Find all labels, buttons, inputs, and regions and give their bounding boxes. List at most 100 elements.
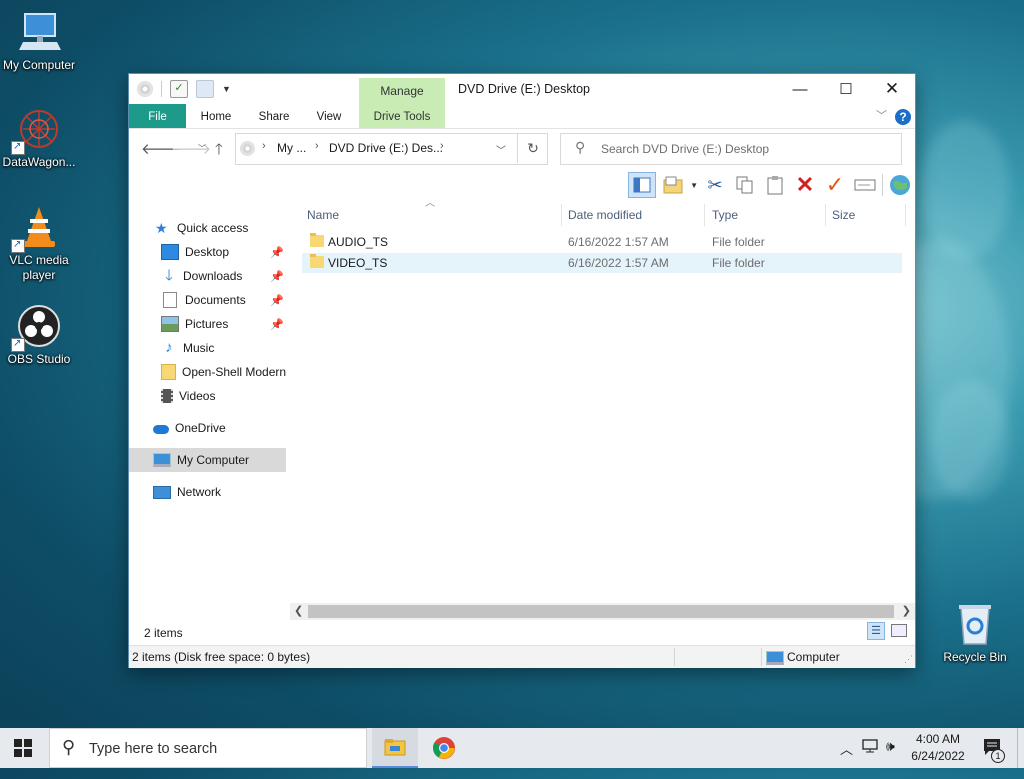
- ribbon-expand-icon[interactable]: ﹀: [876, 107, 887, 123]
- nav-item-open-shell[interactable]: Open-Shell Modern: [129, 360, 286, 384]
- nav-item-documents[interactable]: Documents 📌: [129, 288, 286, 312]
- paste-icon[interactable]: [762, 172, 788, 198]
- quick-access-toolbar: ✓ ▼: [137, 80, 231, 98]
- nav-item-downloads[interactable]: 🡓 Downloads 📌: [129, 264, 286, 288]
- maximize-button[interactable]: ☐: [823, 74, 869, 104]
- recycle-bin-icon: [953, 602, 997, 646]
- new-folder-icon[interactable]: [196, 80, 214, 98]
- nav-item-music[interactable]: ♪ Music: [129, 336, 286, 360]
- show-desktop-button[interactable]: [1017, 728, 1024, 768]
- clock[interactable]: 4:00 AM 6/24/2022: [905, 728, 971, 768]
- column-divider[interactable]: [704, 204, 705, 226]
- dropdown-arrow-icon[interactable]: ▼: [690, 181, 698, 190]
- sort-chevron-icon[interactable]: ︿: [425, 194, 435, 209]
- breadcrumb-dvd-drive[interactable]: DVD Drive (E:) Des...: [329, 141, 443, 155]
- desktop-icon-obs[interactable]: OBS Studio: [1, 304, 77, 367]
- rename-icon[interactable]: [852, 172, 878, 198]
- dvd-drive-icon: [137, 81, 153, 97]
- properties-icon[interactable]: ✓: [170, 80, 188, 98]
- chevron-right-icon[interactable]: ›: [315, 140, 319, 152]
- copy-icon[interactable]: [732, 172, 758, 198]
- breadcrumb-my-computer[interactable]: My ...: [277, 141, 306, 155]
- tab-share[interactable]: Share: [249, 104, 299, 128]
- column-header-date[interactable]: Date modified: [568, 204, 642, 226]
- address-bar[interactable]: › My ... › DVD Drive (E:) Des... › ﹀: [235, 133, 548, 165]
- up-arrow-icon[interactable]: 🡑: [215, 139, 223, 164]
- tab-view[interactable]: View: [305, 104, 353, 128]
- tab-file[interactable]: File: [129, 104, 186, 128]
- tab-drive-tools[interactable]: Drive Tools: [359, 104, 445, 128]
- delete-icon[interactable]: ✕: [792, 172, 818, 198]
- tray-overflow-icon[interactable]: ︿: [840, 739, 853, 779]
- horizontal-scrollbar[interactable]: ❮ ❯: [290, 603, 915, 620]
- nav-item-desktop[interactable]: Desktop 📌: [129, 240, 286, 264]
- computer-icon: [766, 651, 784, 665]
- large-icons-view-icon[interactable]: [891, 624, 907, 637]
- chevron-right-icon[interactable]: ›: [440, 140, 444, 152]
- globe-icon[interactable]: [887, 172, 913, 198]
- new-folder-icon[interactable]: [660, 172, 686, 198]
- customize-qat-icon[interactable]: ▼: [222, 84, 231, 94]
- volume-icon[interactable]: 🕪: [886, 738, 895, 778]
- nav-my-computer[interactable]: My Computer: [129, 448, 286, 472]
- tab-manage[interactable]: Manage: [359, 84, 445, 98]
- pin-icon[interactable]: 📌: [270, 246, 284, 259]
- dvd-drive-icon: [240, 141, 255, 156]
- nav-label: OneDrive: [175, 421, 226, 435]
- column-header-type[interactable]: Type: [712, 204, 738, 226]
- computer-icon: [153, 453, 171, 467]
- recent-locations-icon[interactable]: ﹀: [198, 143, 206, 154]
- scroll-left-icon[interactable]: ❮: [294, 603, 303, 620]
- properties-check-icon[interactable]: ✓: [822, 172, 848, 198]
- title-bar[interactable]: ✓ ▼ Manage DVD Drive (E:) Desktop — ☐ ✕: [129, 74, 915, 104]
- desktop-icon-vlc[interactable]: VLC media player: [1, 205, 77, 283]
- minimize-button[interactable]: —: [777, 74, 823, 104]
- pin-icon[interactable]: 📌: [270, 318, 284, 331]
- datawagon-icon: [11, 107, 61, 155]
- resize-grip-icon[interactable]: ⋰: [904, 654, 913, 665]
- help-icon[interactable]: ?: [895, 109, 911, 125]
- scroll-right-icon[interactable]: ❯: [902, 603, 911, 620]
- nav-item-pictures[interactable]: Pictures 📌: [129, 312, 286, 336]
- nav-network[interactable]: Network: [129, 480, 286, 504]
- taskbar-file-explorer[interactable]: [372, 728, 418, 768]
- taskbar-chrome[interactable]: [421, 728, 467, 768]
- desktop-icon-recycle-bin[interactable]: Recycle Bin: [937, 602, 1013, 665]
- download-arrow-icon: 🡓: [165, 267, 173, 284]
- file-row-audio-ts[interactable]: AUDIO_TS 6/16/2022 1:57 AM File folder: [302, 232, 902, 252]
- nav-quick-access[interactable]: ★ Quick access: [129, 216, 286, 240]
- chrome-icon: [433, 737, 455, 759]
- taskbar-search-box[interactable]: ⚲ Type here to search: [49, 728, 367, 768]
- file-date: 6/16/2022 1:57 AM: [568, 256, 669, 270]
- nav-onedrive[interactable]: OneDrive: [129, 416, 286, 440]
- search-box[interactable]: ⚲ Search DVD Drive (E:) Desktop: [560, 133, 902, 165]
- column-header-name[interactable]: Name: [307, 204, 339, 226]
- notification-center-icon[interactable]: 1: [983, 738, 1005, 778]
- close-button[interactable]: ✕: [869, 74, 915, 104]
- folder-icon: [310, 233, 324, 247]
- scrollbar-thumb[interactable]: [308, 605, 894, 618]
- column-divider[interactable]: [561, 204, 562, 226]
- pin-icon[interactable]: 📌: [270, 294, 284, 307]
- tab-home[interactable]: Home: [191, 104, 241, 128]
- desktop-icon-my-computer[interactable]: My Computer: [1, 10, 77, 73]
- address-dropdown-icon[interactable]: ﹀: [496, 142, 506, 157]
- cut-icon[interactable]: ✂: [702, 172, 728, 198]
- details-view-icon[interactable]: ☰: [867, 622, 885, 640]
- nav-item-videos[interactable]: Videos: [129, 384, 286, 408]
- desktop-icon: [161, 244, 179, 260]
- navigation-pane-toggle-icon[interactable]: [628, 172, 657, 198]
- network-icon[interactable]: [862, 739, 880, 779]
- file-row-video-ts[interactable]: VIDEO_TS 6/16/2022 1:57 AM File folder: [302, 253, 902, 273]
- classic-status-bar: 2 items (Disk free space: 0 bytes) Compu…: [129, 645, 915, 668]
- film-icon: [161, 389, 173, 403]
- column-divider[interactable]: [825, 204, 826, 226]
- column-header-size[interactable]: Size: [832, 204, 855, 226]
- refresh-icon[interactable]: ↻: [517, 133, 548, 163]
- desktop-icon-datawagon[interactable]: DataWagon...: [1, 107, 77, 170]
- column-divider[interactable]: [905, 204, 906, 226]
- start-button[interactable]: [0, 728, 46, 768]
- pin-icon[interactable]: 📌: [270, 270, 284, 283]
- search-placeholder: Search DVD Drive (E:) Desktop: [601, 142, 770, 156]
- computer-icon: [17, 10, 61, 54]
